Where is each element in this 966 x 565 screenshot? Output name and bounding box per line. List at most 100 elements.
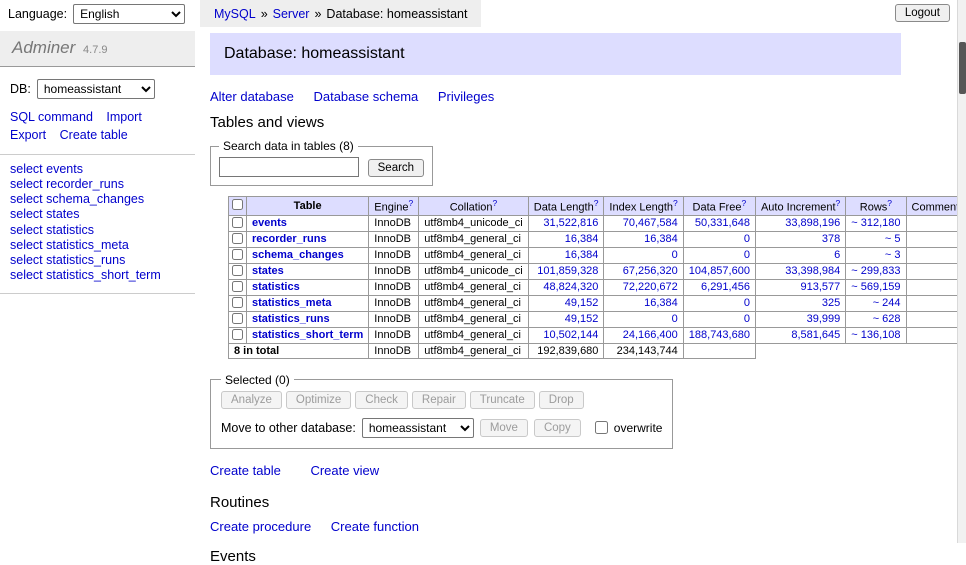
- drop-button[interactable]: Drop: [539, 391, 584, 409]
- table-name-link[interactable]: statistics: [252, 281, 300, 293]
- auto-increment-link[interactable]: 39,999: [807, 313, 841, 325]
- rows-link[interactable]: ~ 3: [885, 249, 901, 261]
- data-length-link[interactable]: 16,384: [565, 249, 599, 261]
- vertical-scrollbar[interactable]: [957, 0, 966, 543]
- data-length-link[interactable]: 48,824,320: [543, 281, 598, 293]
- sidebar-item-select-statistics[interactable]: select statistics: [10, 223, 185, 238]
- sidebar-link-create-table[interactable]: Create table: [60, 128, 128, 142]
- logout-button[interactable]: Logout: [895, 4, 950, 22]
- rows-link[interactable]: ~ 569,159: [851, 281, 900, 293]
- create-function-link[interactable]: Create function: [331, 519, 419, 534]
- breadcrumb-link-mysql[interactable]: MySQL: [214, 7, 256, 21]
- overwrite-checkbox[interactable]: [595, 421, 608, 434]
- scrollbar-thumb[interactable]: [959, 42, 966, 94]
- help-link[interactable]: ?: [887, 198, 892, 208]
- data-free-link[interactable]: 0: [744, 297, 750, 309]
- alter-database-link[interactable]: Alter database: [210, 89, 294, 104]
- row-checkbox[interactable]: [232, 313, 243, 324]
- row-checkbox[interactable]: [232, 265, 243, 276]
- sidebar-link-sql-command[interactable]: SQL command: [10, 110, 93, 124]
- table-name-link[interactable]: recorder_runs: [252, 233, 327, 245]
- help-link[interactable]: ?: [741, 198, 746, 208]
- data-free-link[interactable]: 6,291,456: [701, 281, 750, 293]
- index-length-link[interactable]: 72,220,672: [623, 281, 678, 293]
- help-link[interactable]: ?: [673, 198, 678, 208]
- create-view-link[interactable]: Create view: [310, 463, 379, 478]
- repair-button[interactable]: Repair: [412, 391, 466, 409]
- auto-increment-link[interactable]: 8,581,645: [791, 329, 840, 341]
- move-button[interactable]: Move: [480, 419, 528, 437]
- rows-link[interactable]: ~ 244: [873, 297, 901, 309]
- select-all-checkbox[interactable]: [232, 199, 243, 210]
- sidebar-item-select-statistics-runs[interactable]: select statistics_runs: [10, 253, 185, 268]
- create-procedure-link[interactable]: Create procedure: [210, 519, 311, 534]
- sidebar-item-select-statistics-short-term[interactable]: select statistics_short_term: [10, 268, 185, 283]
- table-name-link[interactable]: events: [252, 217, 287, 229]
- analyze-button[interactable]: Analyze: [221, 391, 282, 409]
- data-length-link[interactable]: 49,152: [565, 313, 599, 325]
- optimize-button[interactable]: Optimize: [286, 391, 351, 409]
- data-free-link[interactable]: 0: [744, 313, 750, 325]
- data-free-link[interactable]: 104,857,600: [689, 265, 750, 277]
- db-select[interactable]: homeassistant: [37, 79, 155, 99]
- data-free-link[interactable]: 0: [744, 233, 750, 245]
- create-table-link[interactable]: Create table: [210, 463, 281, 478]
- table-name-link[interactable]: statistics_runs: [252, 313, 330, 325]
- rows-link[interactable]: ~ 299,833: [851, 265, 900, 277]
- search-button[interactable]: Search: [368, 159, 424, 177]
- sidebar-item-select-recorder-runs[interactable]: select recorder_runs: [10, 177, 185, 192]
- sidebar-link-export[interactable]: Export: [10, 128, 46, 142]
- auto-increment-link[interactable]: 325: [822, 297, 840, 309]
- help-link[interactable]: ?: [409, 198, 414, 208]
- index-length-link[interactable]: 24,166,400: [623, 329, 678, 341]
- auto-increment-link[interactable]: 378: [822, 233, 840, 245]
- index-length-link[interactable]: 70,467,584: [623, 217, 678, 229]
- auto-increment-link[interactable]: 6: [834, 249, 840, 261]
- index-length-link[interactable]: 67,256,320: [623, 265, 678, 277]
- rows-link[interactable]: ~ 312,180: [851, 217, 900, 229]
- row-checkbox[interactable]: [232, 281, 243, 292]
- database-schema-link[interactable]: Database schema: [313, 89, 418, 104]
- copy-button[interactable]: Copy: [534, 419, 581, 437]
- index-length-link[interactable]: 16,384: [644, 297, 678, 309]
- index-length-link[interactable]: 16,384: [644, 233, 678, 245]
- sidebar-link-import[interactable]: Import: [106, 110, 141, 124]
- auto-increment-link[interactable]: 33,398,984: [785, 265, 840, 277]
- table-name-link[interactable]: schema_changes: [252, 249, 344, 261]
- search-input[interactable]: [219, 157, 359, 177]
- check-button[interactable]: Check: [355, 391, 408, 409]
- move-database-select[interactable]: homeassistant: [362, 418, 474, 438]
- help-link[interactable]: ?: [836, 198, 841, 208]
- sidebar-item-select-statistics-meta[interactable]: select statistics_meta: [10, 238, 185, 253]
- rows-link[interactable]: ~ 628: [873, 313, 901, 325]
- row-checkbox[interactable]: [232, 329, 243, 340]
- truncate-button[interactable]: Truncate: [470, 391, 535, 409]
- index-length-link[interactable]: 0: [672, 313, 678, 325]
- breadcrumb-link-server[interactable]: Server: [273, 7, 310, 21]
- data-length-link[interactable]: 16,384: [565, 233, 599, 245]
- row-checkbox[interactable]: [232, 249, 243, 260]
- row-checkbox[interactable]: [232, 217, 243, 228]
- auto-increment-link[interactable]: 913,577: [801, 281, 841, 293]
- data-length-link[interactable]: 31,522,816: [543, 217, 598, 229]
- rows-link[interactable]: ~ 5: [885, 233, 901, 245]
- sidebar-item-select-states[interactable]: select states: [10, 207, 185, 222]
- data-length-link[interactable]: 49,152: [565, 297, 599, 309]
- data-free-link[interactable]: 50,331,648: [695, 217, 750, 229]
- language-select[interactable]: English: [73, 4, 185, 24]
- auto-increment-link[interactable]: 33,898,196: [785, 217, 840, 229]
- row-checkbox[interactable]: [232, 233, 243, 244]
- help-link[interactable]: ?: [493, 198, 498, 208]
- row-checkbox[interactable]: [232, 297, 243, 308]
- privileges-link[interactable]: Privileges: [438, 89, 494, 104]
- help-link[interactable]: ?: [594, 198, 599, 208]
- overwrite-label-wrap[interactable]: overwrite: [591, 418, 663, 437]
- table-name-link[interactable]: states: [252, 265, 284, 277]
- data-free-link[interactable]: 0: [744, 249, 750, 261]
- sidebar-item-select-schema-changes[interactable]: select schema_changes: [10, 192, 185, 207]
- sidebar-item-select-events[interactable]: select events: [10, 162, 185, 177]
- table-name-link[interactable]: statistics_meta: [252, 297, 332, 309]
- data-free-link[interactable]: 188,743,680: [689, 329, 750, 341]
- index-length-link[interactable]: 0: [672, 249, 678, 261]
- table-name-link[interactable]: statistics_short_term: [252, 329, 363, 341]
